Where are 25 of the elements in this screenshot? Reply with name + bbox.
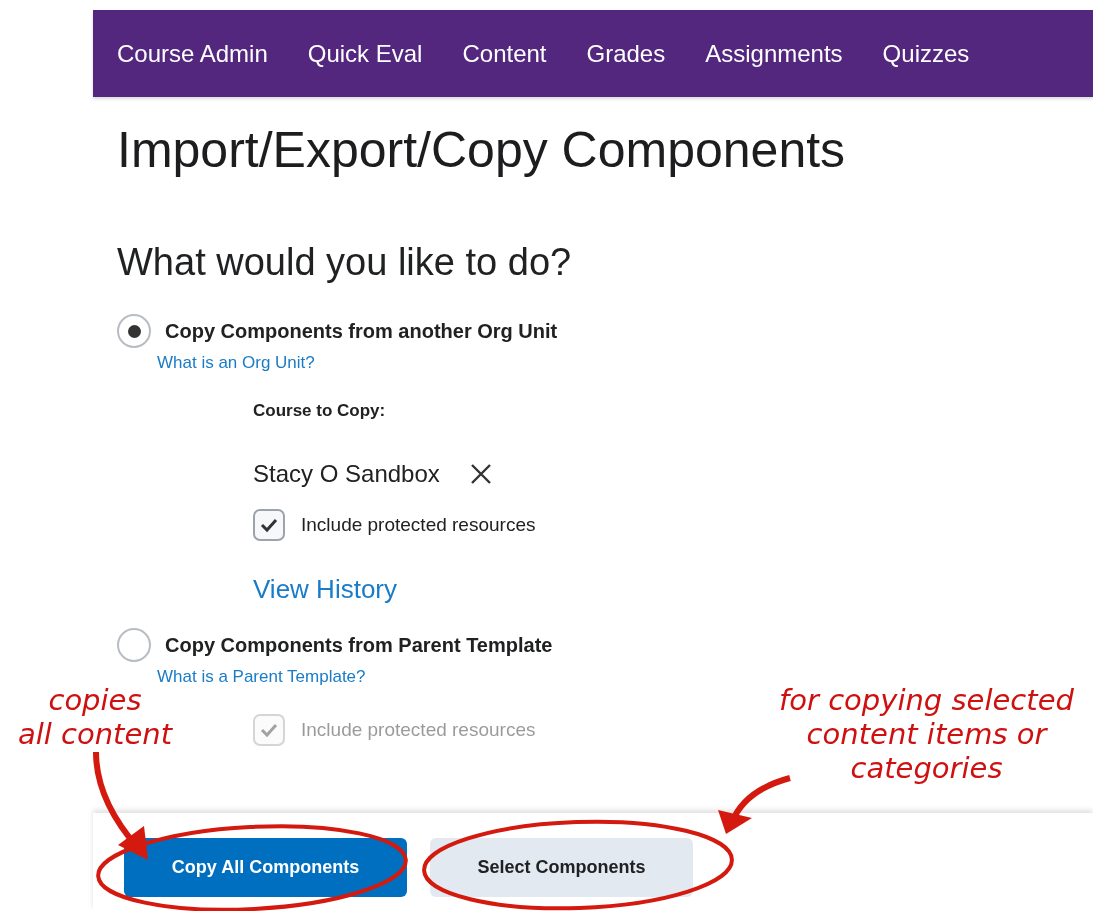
checkbox-label: Include protected resources [301,514,536,536]
radio-button[interactable] [117,314,151,348]
help-link[interactable]: What is an Org Unit? [157,352,315,374]
nav-item[interactable]: Grades [586,39,666,68]
nav-item[interactable]: Course Admin [117,39,268,68]
section-heading: What would you like to do? [117,240,573,285]
annotation-text: for copying selected content items or categories [778,683,1075,785]
option-label: Copy Components from Parent Template [165,633,553,657]
view-history-link[interactable]: View History [253,573,397,605]
radio-button[interactable] [117,628,151,662]
course-name: Stacy O Sandbox [253,460,440,488]
nav-item[interactable]: Quick Eval [307,39,423,68]
option-label: Copy Components from another Org Unit [165,319,558,343]
select-components-button[interactable]: Select Components [430,838,693,897]
check-icon [259,722,279,738]
checkbox-label: Include protected resources [301,719,536,741]
copy-all-button[interactable]: Copy All Components [124,838,407,897]
checkbox[interactable] [253,509,285,541]
nav-item[interactable]: Content [462,39,547,68]
nav-item[interactable]: Assignments [705,39,843,68]
page-title: Import/Export/Copy Components [117,121,847,180]
check-icon [259,517,279,533]
nav-item[interactable]: Quizzes [882,39,970,68]
close-icon[interactable] [469,463,492,485]
course-label: Course to Copy: [253,400,387,422]
